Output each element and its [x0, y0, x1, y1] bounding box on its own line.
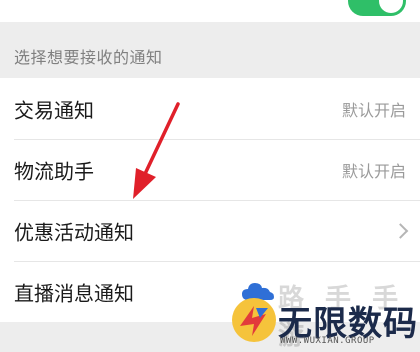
row-trade-notification[interactable]: 交易通知 默认开启	[0, 78, 420, 139]
row-label: 物流助手	[14, 159, 94, 183]
section-header: 选择想要接收的通知	[14, 48, 163, 67]
row-status: 默认开启	[341, 100, 406, 120]
row-logistics-assistant[interactable]: 物流助手 默认开启	[0, 139, 420, 200]
brand-logo-icon	[232, 298, 276, 342]
row-label: 优惠活动通知	[14, 220, 134, 244]
top-setting-row	[0, 0, 420, 22]
toggle-knob	[379, 0, 403, 13]
row-label: 交易通知	[14, 98, 94, 122]
watermark-url: WWW.WUXIAN.GROUP	[280, 336, 375, 346]
watermark: 路 手 手 游 无限数码 WWW.WUXIAN.GROUP	[220, 278, 420, 351]
row-status: 默认开启	[341, 161, 406, 181]
row-promotion-notification[interactable]: 优惠活动通知	[0, 200, 420, 261]
row-label: 直播消息通知	[14, 281, 134, 305]
notification-toggle[interactable]	[348, 0, 406, 16]
chevron-right-icon	[392, 222, 409, 239]
